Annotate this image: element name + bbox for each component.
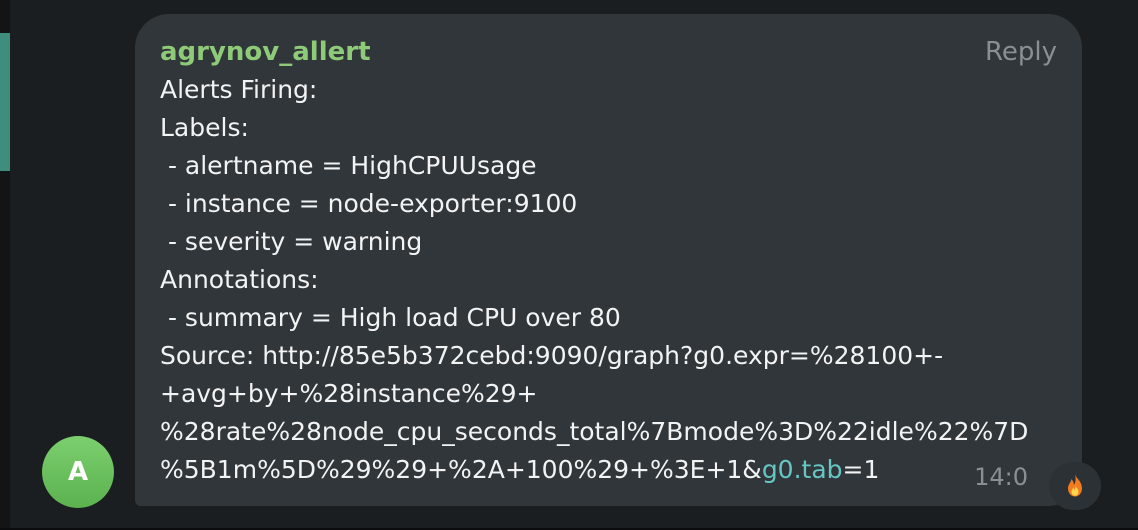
message-line: Source: http://85e5b372cebd:9090/graph?g… bbox=[160, 341, 944, 370]
message-line: +avg+by+%28instance%29+ bbox=[160, 379, 538, 408]
avatar-initial: A bbox=[67, 457, 89, 487]
message-line: Alerts Firing: bbox=[160, 75, 318, 104]
inline-link[interactable]: g0.tab bbox=[762, 455, 843, 484]
message-text: Alerts Firing: Labels: - alertname = Hig… bbox=[160, 71, 1050, 489]
message-bubble[interactable]: agrynov_allert Reply Alerts Firing: Labe… bbox=[135, 14, 1082, 506]
message-line: - alertname = HighCPUUsage bbox=[160, 151, 537, 180]
message-line: Labels: bbox=[160, 113, 249, 142]
message-line-text: =1 bbox=[842, 455, 880, 484]
message-line: - instance = node-exporter:9100 bbox=[160, 189, 578, 218]
sender-name[interactable]: agrynov_allert bbox=[160, 35, 371, 69]
reply-button[interactable]: Reply bbox=[985, 35, 1057, 69]
message-line: %5B1m%5D%29%29+%2A+100%29+%3E+1&g0.tab=1 bbox=[160, 451, 1050, 489]
message-time: 14:0 bbox=[974, 463, 1028, 491]
message-line-text: %5B1m%5D%29%29+%2A+100%29+%3E+1& bbox=[160, 455, 762, 484]
message-line: - summary = High load CPU over 80 bbox=[160, 303, 621, 332]
message-line: %28rate%28node_cpu_seconds_total%7Bmode%… bbox=[160, 417, 1029, 446]
avatar[interactable]: A bbox=[42, 436, 114, 508]
message-line: Annotations: bbox=[160, 265, 319, 294]
scroll-indicator bbox=[0, 33, 10, 171]
fire-icon bbox=[1068, 474, 1082, 497]
reaction-badge[interactable] bbox=[1049, 462, 1101, 510]
message-line: - severity = warning bbox=[160, 227, 423, 256]
